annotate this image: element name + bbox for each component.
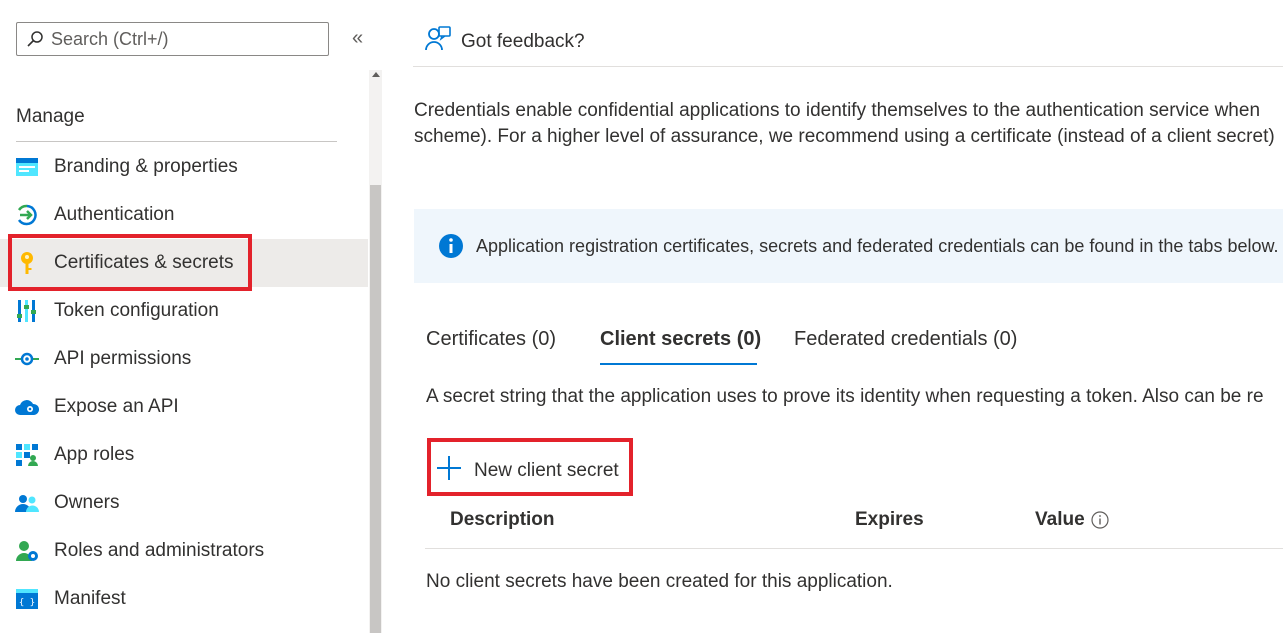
sidebar-item-label: Branding & properties — [54, 156, 238, 177]
key-icon — [15, 251, 39, 275]
sidebar-item-authentication[interactable]: Authentication — [0, 191, 368, 239]
sidebar-item-label: Roles and administrators — [54, 540, 265, 561]
manifest-icon: { } — [15, 587, 39, 611]
table-header-divider — [425, 548, 1283, 549]
info-circle-icon[interactable] — [1091, 511, 1109, 529]
roles-admin-icon — [15, 539, 39, 563]
column-header-expires: Expires — [855, 509, 924, 530]
cloud-icon — [15, 395, 39, 419]
description-line: scheme). For a higher level of assurance… — [414, 126, 1275, 147]
owners-icon — [15, 491, 39, 515]
app-roles-icon — [15, 443, 39, 467]
info-banner: Application registration certificates, s… — [414, 209, 1283, 283]
svg-text:{ }: { } — [19, 598, 35, 608]
feedback-label: Got feedback? — [461, 30, 585, 52]
sidebar-item-label: App roles — [54, 444, 135, 465]
collapse-sidebar-icon[interactable]: « — [352, 28, 363, 48]
search-input[interactable]: Search (Ctrl+/) — [51, 29, 169, 50]
description-line: Credentials enable confidential applicat… — [414, 100, 1261, 121]
info-text: Application registration certificates, s… — [476, 235, 1279, 256]
sidebar-item-roles-administrators[interactable]: Roles and administrators — [0, 527, 368, 575]
search-icon — [25, 29, 45, 49]
column-header-value: Value — [1035, 509, 1109, 531]
sidebar-item-label: Certificates & secrets — [54, 252, 234, 273]
info-icon — [438, 233, 464, 259]
sidebar-item-label: Token configuration — [54, 300, 219, 321]
search-box[interactable]: Search (Ctrl+/) — [16, 22, 329, 56]
tab-certificates[interactable]: Certificates (0) — [426, 328, 556, 351]
empty-table-message: No client secrets have been created for … — [426, 571, 893, 592]
sidebar-scrollbar-thumb[interactable] — [370, 185, 381, 633]
column-header-value-label: Value — [1035, 509, 1085, 530]
new-client-secret-button[interactable]: New client secret — [436, 455, 619, 486]
sidebar-item-label: API permissions — [54, 348, 192, 369]
sidebar-item-branding[interactable]: Branding & properties — [0, 143, 368, 191]
sidebar-item-token-configuration[interactable]: Token configuration — [0, 287, 368, 335]
new-client-secret-label: New client secret — [474, 459, 619, 481]
header-divider — [413, 66, 1283, 67]
credentials-description: Credentials enable confidential applicat… — [414, 98, 1283, 150]
sidebar-item-app-roles[interactable]: App roles — [0, 431, 368, 479]
token-config-icon — [15, 299, 39, 323]
sidebar-item-api-permissions[interactable]: API permissions — [0, 335, 368, 383]
sidebar: Search (Ctrl+/) « Manage Branding & prop… — [0, 0, 384, 633]
sidebar-item-certificates-secrets[interactable]: Certificates & secrets — [0, 239, 368, 287]
plus-icon — [436, 455, 462, 486]
sidebar-item-owners[interactable]: Owners — [0, 479, 368, 527]
feedback-icon — [425, 26, 451, 57]
scroll-up-arrow-icon[interactable] — [372, 72, 380, 77]
column-header-description: Description — [450, 509, 555, 530]
tab-client-secrets[interactable]: Client secrets (0) — [600, 328, 761, 351]
branding-icon — [15, 155, 39, 179]
sidebar-item-manifest[interactable]: { } Manifest — [0, 575, 368, 623]
feedback-button[interactable]: Got feedback? — [425, 26, 585, 57]
tab-description: A secret string that the application use… — [426, 386, 1264, 407]
active-tab-indicator — [600, 363, 757, 365]
section-divider — [16, 141, 337, 142]
sidebar-item-expose-api[interactable]: Expose an API — [0, 383, 368, 431]
section-title-manage: Manage — [16, 106, 85, 127]
api-permissions-icon — [15, 347, 39, 371]
sidebar-item-label: Authentication — [54, 204, 175, 225]
sidebar-item-label: Manifest — [54, 588, 126, 609]
authentication-icon — [15, 203, 39, 227]
sidebar-item-label: Expose an API — [54, 396, 179, 417]
tab-federated-credentials[interactable]: Federated credentials (0) — [794, 328, 1017, 351]
sidebar-item-label: Owners — [54, 492, 120, 513]
